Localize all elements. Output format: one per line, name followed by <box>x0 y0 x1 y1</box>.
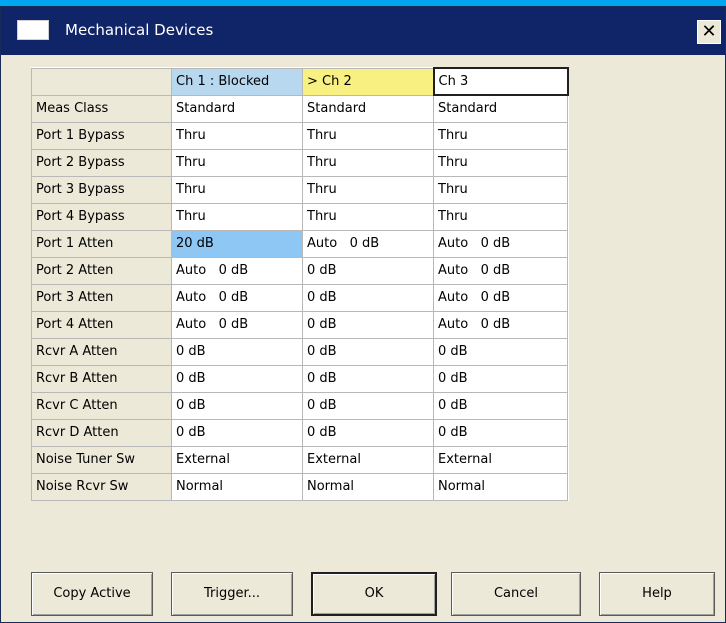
window-icon <box>17 20 49 40</box>
row-label: Rcvr C Atten <box>31 391 172 420</box>
grid-cell[interactable]: 0 dB <box>302 337 434 366</box>
grid-cell[interactable]: 0 dB <box>302 364 434 393</box>
grid-cell[interactable]: Thru <box>171 202 303 231</box>
row-label: Rcvr A Atten <box>31 337 172 366</box>
column-header-ch1[interactable]: Ch 1 : Blocked <box>171 67 303 96</box>
grid-cell[interactable]: Auto 0 dB <box>433 229 568 258</box>
table-row: Rcvr B Atten 0 dB 0 dB 0 dB <box>31 364 568 393</box>
column-header-ch2[interactable]: > Ch 2 <box>302 67 434 96</box>
grid-cell[interactable]: Normal <box>433 472 568 501</box>
grid-cell[interactable]: Standard <box>302 94 434 123</box>
column-header-ch3[interactable]: Ch 3 <box>432 67 569 96</box>
grid-cell[interactable]: Auto 0 dB <box>302 229 434 258</box>
grid-cell[interactable]: Normal <box>171 472 303 501</box>
grid-cell[interactable]: 0 dB <box>302 310 434 339</box>
grid-cell[interactable]: 0 dB <box>302 418 434 447</box>
row-label: Port 2 Bypass <box>31 148 172 177</box>
grid-cell[interactable]: 0 dB <box>302 256 434 285</box>
row-label: Rcvr D Atten <box>31 418 172 447</box>
grid-cell[interactable]: 0 dB <box>433 364 568 393</box>
table-row: Rcvr C Atten 0 dB 0 dB 0 dB <box>31 391 568 420</box>
grid-cell[interactable]: Thru <box>171 175 303 204</box>
grid-cell[interactable]: Thru <box>302 148 434 177</box>
copy-active-button[interactable]: Copy Active <box>31 572 153 616</box>
table-row: Rcvr D Atten 0 dB 0 dB 0 dB <box>31 418 568 447</box>
grid-cell[interactable]: 0 dB <box>171 418 303 447</box>
grid-cell[interactable]: Thru <box>433 121 568 150</box>
grid-cell[interactable]: Thru <box>433 175 568 204</box>
row-label: Rcvr B Atten <box>31 364 172 393</box>
table-row: Port 4 Bypass Thru Thru Thru <box>31 202 568 231</box>
row-label: Port 1 Bypass <box>31 121 172 150</box>
ok-button[interactable]: OK <box>311 572 437 616</box>
close-icon: ✕ <box>701 21 717 42</box>
grid-cell[interactable]: Normal <box>302 472 434 501</box>
table-row: Rcvr A Atten 0 dB 0 dB 0 dB <box>31 337 568 366</box>
grid-cell[interactable]: 0 dB <box>171 337 303 366</box>
grid-cell[interactable]: External <box>171 445 303 474</box>
mechanical-devices-dialog: Mechanical Devices ✕ Ch 1 : Blocked > Ch… <box>0 6 726 623</box>
grid-cell[interactable]: Auto 0 dB <box>433 310 568 339</box>
grid-cell[interactable]: Standard <box>433 94 568 123</box>
row-label: Noise Rcvr Sw <box>31 472 172 501</box>
close-button[interactable]: ✕ <box>697 20 721 44</box>
table-row: Meas Class Standard Standard Standard <box>31 94 568 123</box>
grid-cell[interactable]: 0 dB <box>433 391 568 420</box>
grid-cell[interactable]: 0 dB <box>302 391 434 420</box>
table-row: Port 4 Atten Auto 0 dB 0 dB Auto 0 dB <box>31 310 568 339</box>
cancel-button[interactable]: Cancel <box>451 572 581 616</box>
window-title: Mechanical Devices <box>65 21 214 39</box>
grid-cell[interactable]: Auto 0 dB <box>171 310 303 339</box>
grid-cell[interactable]: External <box>433 445 568 474</box>
grid-corner-cell <box>31 67 172 96</box>
grid-cell[interactable]: Auto 0 dB <box>433 256 568 285</box>
grid-cell[interactable]: 0 dB <box>171 364 303 393</box>
grid-cell[interactable]: Auto 0 dB <box>433 283 568 312</box>
grid-cell[interactable]: Thru <box>171 148 303 177</box>
table-row: Port 1 Bypass Thru Thru Thru <box>31 121 568 150</box>
row-label: Port 3 Atten <box>31 283 172 312</box>
table-row: Port 1 Atten 20 dB Auto 0 dB Auto 0 dB <box>31 229 568 258</box>
grid-cell[interactable]: Auto 0 dB <box>171 283 303 312</box>
row-label: Port 4 Bypass <box>31 202 172 231</box>
row-label: Port 1 Atten <box>31 229 172 258</box>
grid-cell[interactable]: Thru <box>433 148 568 177</box>
grid-cell[interactable]: External <box>302 445 434 474</box>
settings-grid: Ch 1 : Blocked > Ch 2 Ch 3 Meas Class St… <box>31 67 569 501</box>
table-row: Port 2 Bypass Thru Thru Thru <box>31 148 568 177</box>
grid-cell[interactable]: 0 dB <box>433 418 568 447</box>
grid-cell[interactable]: 0 dB <box>433 337 568 366</box>
grid-cell[interactable]: Thru <box>171 121 303 150</box>
grid-cell-selected[interactable]: 20 dB <box>171 229 303 258</box>
table-row: Noise Rcvr Sw Normal Normal Normal <box>31 472 568 501</box>
header-row: Ch 1 : Blocked > Ch 2 Ch 3 <box>31 67 569 96</box>
trigger-button[interactable]: Trigger... <box>171 572 293 616</box>
grid-cell[interactable]: Thru <box>302 175 434 204</box>
grid-cell[interactable]: Auto 0 dB <box>171 256 303 285</box>
grid-cell[interactable]: Thru <box>302 202 434 231</box>
grid-cell[interactable]: Thru <box>302 121 434 150</box>
row-label: Port 4 Atten <box>31 310 172 339</box>
table-row: Port 3 Atten Auto 0 dB 0 dB Auto 0 dB <box>31 283 568 312</box>
row-label: Noise Tuner Sw <box>31 445 172 474</box>
grid-cell[interactable]: Thru <box>433 202 568 231</box>
table-row: Port 2 Atten Auto 0 dB 0 dB Auto 0 dB <box>31 256 568 285</box>
row-label: Port 3 Bypass <box>31 175 172 204</box>
grid-cell[interactable]: Standard <box>171 94 303 123</box>
grid-cell[interactable]: 0 dB <box>171 391 303 420</box>
table-row: Noise Tuner Sw External External Externa… <box>31 445 568 474</box>
grid-cell[interactable]: 0 dB <box>302 283 434 312</box>
row-label: Port 2 Atten <box>31 256 172 285</box>
help-button[interactable]: Help <box>599 572 715 616</box>
title-bar[interactable]: Mechanical Devices ✕ <box>1 7 725 55</box>
row-label: Meas Class <box>31 94 172 123</box>
settings-grid-container: Ch 1 : Blocked > Ch 2 Ch 3 Meas Class St… <box>31 67 569 501</box>
table-row: Port 3 Bypass Thru Thru Thru <box>31 175 568 204</box>
